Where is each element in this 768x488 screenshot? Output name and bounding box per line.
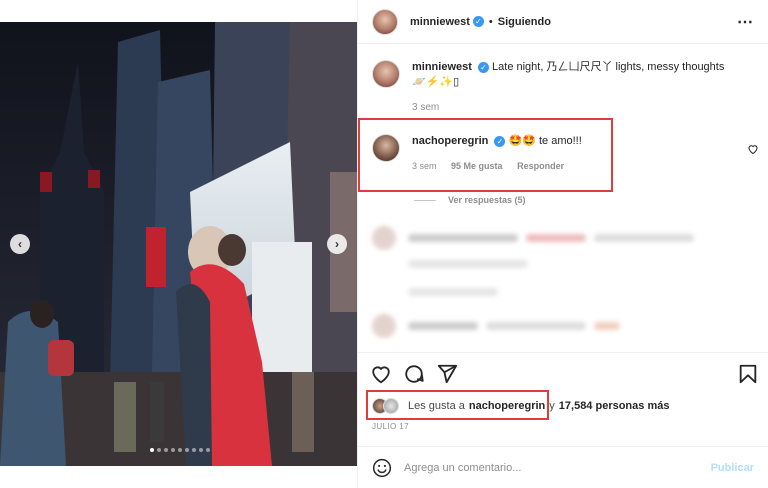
carousel-indicator [150,448,210,452]
likes-count[interactable]: 17,584 personas más [559,400,670,412]
add-comment-bar: Publicar [358,446,768,488]
blurred-comment [372,314,754,338]
author-avatar[interactable] [372,8,398,35]
previous-photo-button[interactable]: ‹ [10,234,30,254]
follow-status[interactable]: Siguiendo [498,16,551,28]
ellipsis-icon[interactable]: ⋯ [737,12,754,32]
caption: minniewest ✓ Late night, 乃ㄥ凵尺尺丫 lights, … [372,60,752,115]
caption-avatar[interactable] [372,60,400,88]
commenter-username[interactable]: nachoperegrin [412,135,488,147]
comment-emojis: 🤩🤩 [508,135,536,147]
publish-button[interactable]: Publicar [711,462,754,474]
chevron-left-icon: ‹ [18,237,22,251]
comment-nachoperegrin: nachoperegrin ✓ 🤩🤩 te amo!!! 3 sem 95 Me… [372,134,582,174]
reply-button[interactable]: Responder [517,161,564,171]
liker-avatars [372,398,404,414]
carousel-dot [199,448,203,452]
comment-likes[interactable]: 95 Me gusta [451,161,503,171]
likes-summary: Les gusta a nachoperegrin y 17,584 perso… [372,398,669,414]
view-replies-button[interactable]: Ver respuestas (5) [414,195,526,205]
caption-username[interactable]: minniewest [412,61,472,73]
comment-icon[interactable] [403,363,425,385]
post-date[interactable]: JULIO 17 [372,422,409,431]
separator-dot: • [488,15,493,28]
likes-user[interactable]: nachoperegrin [469,400,545,412]
post-header: minniewest ✓ • Siguiendo ⋯ [358,0,768,44]
carousel-dot [150,448,154,452]
post-side-panel: minniewest ✓ • Siguiendo ⋯ minniewest ✓ … [357,0,768,488]
author-username[interactable]: minniewest [410,16,470,28]
carousel-dot [192,448,196,452]
post-photo-area: ‹ › [0,0,357,488]
carousel-dot [185,448,189,452]
post-photo[interactable] [0,22,357,466]
caption-emojis: 🪐⚡✨▯ [412,76,460,88]
caption-time[interactable]: 3 sem [412,100,752,115]
heart-icon[interactable] [370,363,392,385]
comment-time[interactable]: 3 sem [412,161,437,171]
comment-text: te amo!!! [539,135,582,147]
likes-middle: y [549,400,555,412]
smiley-icon[interactable] [372,458,392,478]
comment-input[interactable] [404,461,711,474]
paper-plane-icon[interactable] [436,363,458,385]
likes-prefix: Les gusta a [408,400,465,412]
commenter-avatar[interactable] [372,134,400,162]
carousel-dot [206,448,210,452]
liker-avatar[interactable] [383,398,399,414]
blurred-comment [372,254,754,274]
verified-badge-icon: ✓ [477,61,489,73]
carousel-dot [157,448,161,452]
action-bar [358,352,768,392]
verified-badge-icon: ✓ [494,135,506,147]
heart-outline-icon[interactable] [747,143,759,155]
next-photo-button[interactable]: › [327,234,347,254]
carousel-dot [164,448,168,452]
caption-text: Late night, 乃ㄥ凵尺尺丫 lights, messy thought… [492,61,725,73]
bookmark-icon[interactable] [737,363,759,385]
verified-badge-icon: ✓ [472,16,484,27]
carousel-dot [178,448,182,452]
carousel-dot [171,448,175,452]
blurred-comment [372,282,754,302]
times-square-photo [0,22,357,466]
blurred-comment [372,226,754,250]
chevron-right-icon: › [335,237,339,251]
